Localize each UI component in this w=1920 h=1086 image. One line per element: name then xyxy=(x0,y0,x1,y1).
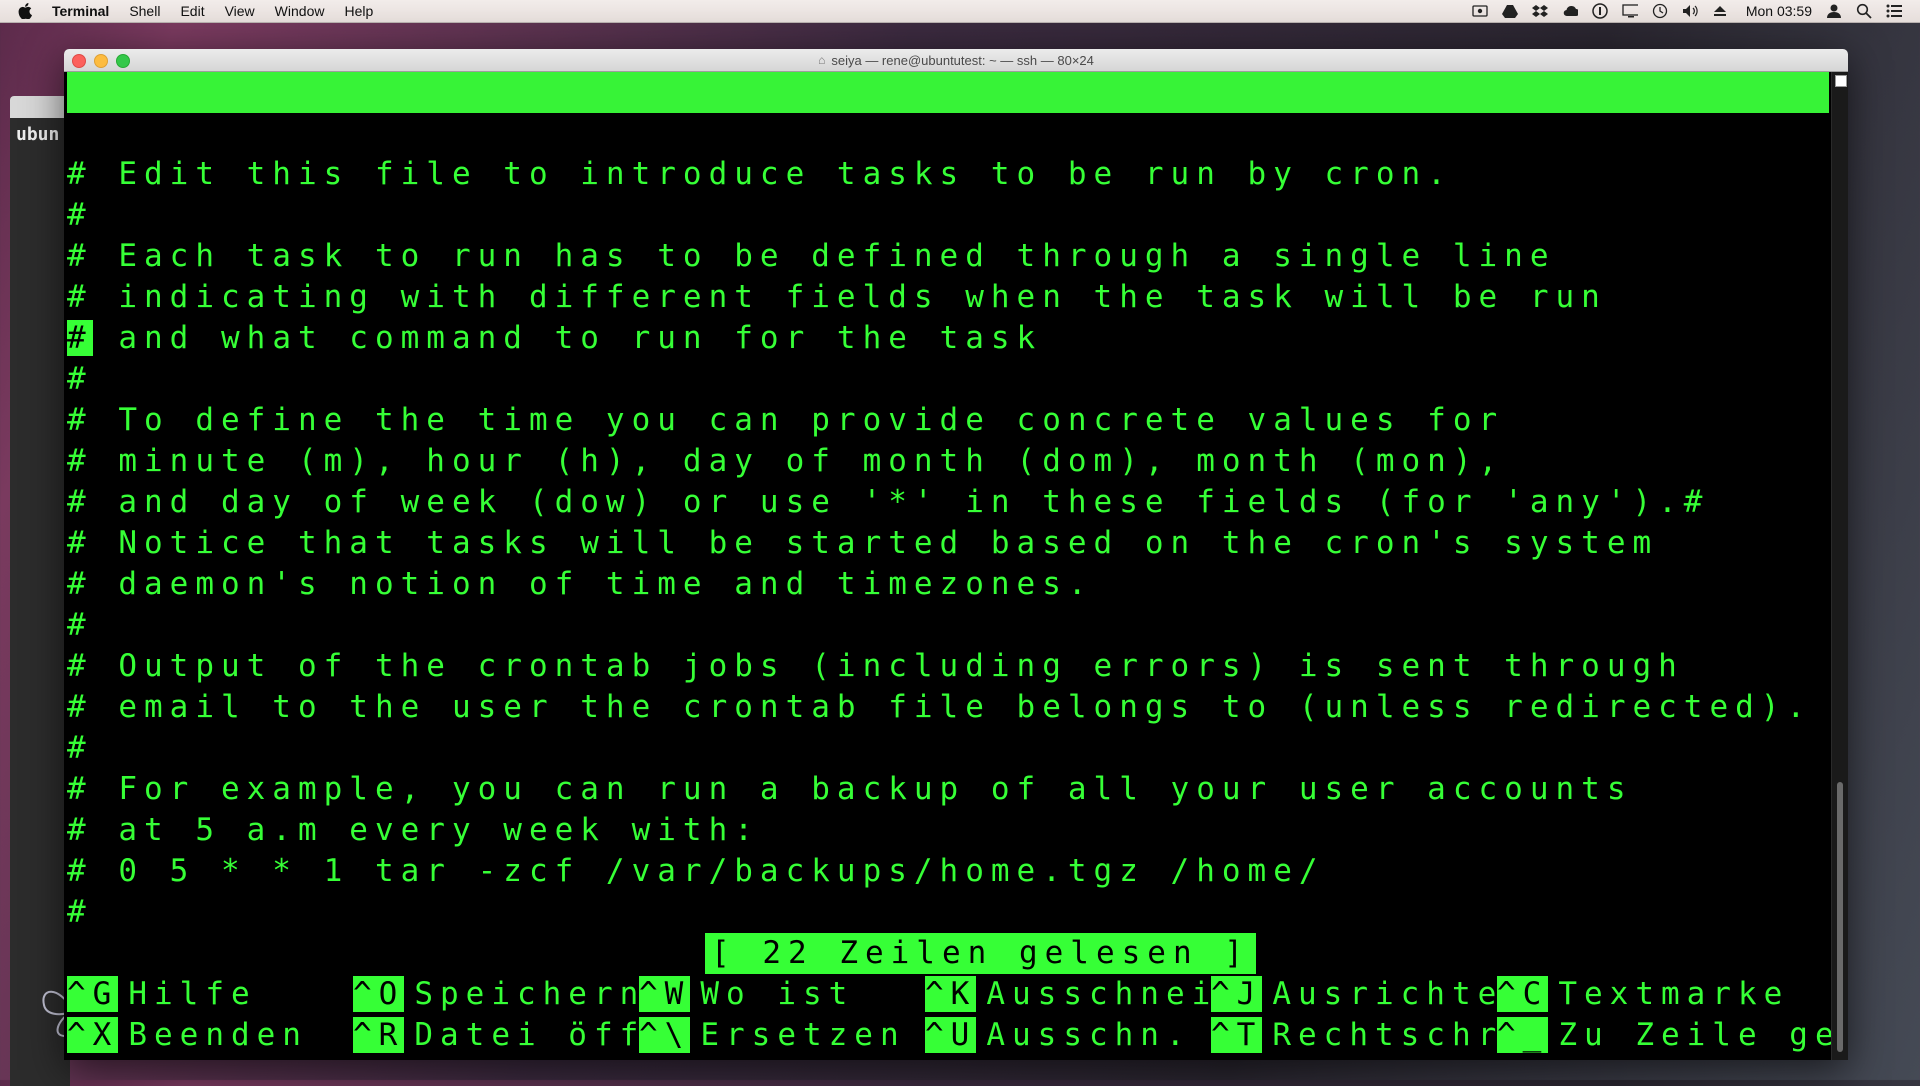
shortcut-cur-pos[interactable]: ^C Textmarke xyxy=(1497,974,1789,1015)
shortcut-label: Hilfe xyxy=(128,976,257,1012)
editor-line-20[interactable]: # xyxy=(67,892,93,933)
shortcut-help[interactable]: ^G Hilfe xyxy=(67,974,257,1015)
time-machine-icon[interactable] xyxy=(1652,3,1668,19)
editor-line-9[interactable]: # minute (m), hour (h), day of month (do… xyxy=(67,441,1504,482)
shortcut-label: Ausschneid xyxy=(986,976,1243,1012)
shortcut-key: ^R xyxy=(353,1017,405,1053)
editor-line-4[interactable]: # Each task to run has to be defined thr… xyxy=(67,236,1556,277)
editor-line-18[interactable]: # at 5 a.m every week with: xyxy=(67,810,760,851)
screen-record-icon[interactable] xyxy=(1472,3,1488,19)
onepassword-icon[interactable] xyxy=(1592,3,1608,19)
status-message: [ 22 Zeilen gelesen ] xyxy=(705,933,1256,974)
background-window-text: ubun xyxy=(16,124,60,145)
shortcut-key: ^_ xyxy=(1497,1017,1549,1053)
shortcut-label: Zu Zeile geh xyxy=(1558,1017,1848,1053)
shortcut-save[interactable]: ^O Speichern xyxy=(353,974,645,1015)
editor-line-8[interactable]: # To define the time you can provide con… xyxy=(67,400,1504,441)
terminal-screen[interactable]: GNU nano 2.5.2 Datei: /tmp/crontab.ilwPq… xyxy=(67,72,1848,1060)
user-icon[interactable] xyxy=(1826,3,1842,19)
window-titlebar[interactable]: ⌂ seiya — rene@ubuntutest: ~ — ssh — 80×… xyxy=(64,49,1848,72)
nano-header-bar: GNU nano 2.5.2 Datei: /tmp/crontab.ilwPq… xyxy=(67,72,1829,192)
shortcut-cut[interactable]: ^K Ausschneid xyxy=(925,974,1243,1015)
menu-app-terminal[interactable]: Terminal xyxy=(52,3,109,19)
shortcut-label: Rechtschr. xyxy=(1272,1017,1529,1053)
shortcut-exit[interactable]: ^X Beenden xyxy=(67,1015,308,1056)
menu-bar: Terminal Shell Edit View Window Help Mon… xyxy=(0,0,1920,23)
editor-line-16[interactable]: # xyxy=(67,728,93,769)
menu-edit[interactable]: Edit xyxy=(180,3,204,19)
menu-window[interactable]: Window xyxy=(275,3,325,19)
shortcut-key: ^\ xyxy=(639,1017,691,1053)
shortcut-key: ^J xyxy=(1211,976,1263,1012)
text-cursor: # xyxy=(67,320,93,356)
editor-line-3[interactable]: # xyxy=(67,195,93,236)
notification-center-icon[interactable] xyxy=(1886,3,1902,19)
window-title: seiya — rene@ubuntutest: ~ — ssh — 80×24 xyxy=(831,52,1094,68)
minimize-window-button[interactable] xyxy=(94,54,108,68)
editor-line-5[interactable]: # indicating with different fields when … xyxy=(67,277,1607,318)
editor-line-2[interactable]: # Edit this file to introduce tasks to b… xyxy=(67,154,1453,195)
spotlight-icon[interactable] xyxy=(1856,3,1872,19)
terminal-window[interactable]: ⌂ seiya — rene@ubuntutest: ~ — ssh — 80×… xyxy=(64,49,1848,1060)
shortcut-key: ^C xyxy=(1497,976,1549,1012)
editor-line-6-text: and what command to run for the task xyxy=(92,320,1043,356)
editor-line-13[interactable]: # xyxy=(67,605,93,646)
home-folder-icon: ⌂ xyxy=(818,53,826,67)
window-controls xyxy=(72,54,130,68)
menu-help[interactable]: Help xyxy=(344,3,373,19)
shortcut-key: ^W xyxy=(639,976,691,1012)
editor-line-15[interactable]: # email to the user the crontab file bel… xyxy=(67,687,1812,728)
shortcut-label: Datei öffn xyxy=(414,1017,671,1053)
shortcut-where-is[interactable]: ^W Wo ist xyxy=(639,974,854,1015)
shortcut-spell[interactable]: ^T Rechtschr. xyxy=(1211,1015,1529,1056)
zoom-window-button[interactable] xyxy=(116,54,130,68)
scroll-up-arrow-icon[interactable] xyxy=(1835,75,1847,87)
drive-icon[interactable] xyxy=(1501,3,1518,19)
menu-clock[interactable]: Mon 03:59 xyxy=(1746,3,1812,19)
volume-icon[interactable] xyxy=(1682,3,1698,19)
editor-line-10[interactable]: # and day of week (dow) or use '*' in th… xyxy=(67,482,1709,523)
editor-line-12[interactable]: # daemon's notion of time and timezones. xyxy=(67,564,1094,605)
shortcut-go-to-line[interactable]: ^_ Zu Zeile geh xyxy=(1497,1015,1848,1056)
shortcut-label: Speichern xyxy=(414,976,646,1012)
menu-view[interactable]: View xyxy=(225,3,255,19)
nano-version: GNU nano 2.5.2 xyxy=(111,115,471,151)
shortcut-key: ^G xyxy=(67,976,119,1012)
menu-shell[interactable]: Shell xyxy=(129,3,160,19)
shortcut-replace[interactable]: ^\ Ersetzen xyxy=(639,1015,906,1056)
shortcut-justify[interactable]: ^J Ausrichten xyxy=(1211,974,1529,1015)
background-window-titlebar[interactable] xyxy=(10,96,70,118)
shortcut-label: Ausschn. r xyxy=(986,1017,1243,1053)
editor-line-11[interactable]: # Notice that tasks will be started base… xyxy=(67,523,1658,564)
close-window-button[interactable] xyxy=(72,54,86,68)
background-terminal-window[interactable]: ubun xyxy=(10,96,70,1086)
editor-line-7[interactable]: # xyxy=(67,359,93,400)
shortcut-label: Beenden xyxy=(128,1017,308,1053)
shortcut-key: ^O xyxy=(353,976,405,1012)
scrollbar-thumb[interactable] xyxy=(1837,782,1843,1052)
editor-line-19[interactable]: # 0 5 * * 1 tar -zcf /var/backups/home.t… xyxy=(67,851,1325,892)
shortcut-uncut[interactable]: ^U Ausschn. r xyxy=(925,1015,1243,1056)
eject-icon[interactable] xyxy=(1712,3,1728,19)
shortcut-read-file[interactable]: ^R Datei öffn xyxy=(353,1015,671,1056)
shortcut-key: ^T xyxy=(1211,1017,1263,1053)
shortcut-key: ^U xyxy=(925,1017,977,1053)
display-icon[interactable] xyxy=(1622,3,1638,19)
dropbox-icon[interactable] xyxy=(1531,3,1548,19)
editor-line-14[interactable]: # Output of the crontab jobs (including … xyxy=(67,646,1684,687)
shortcut-key: ^X xyxy=(67,1017,119,1053)
shortcut-label: Textmarke xyxy=(1558,976,1790,1012)
status-menus: Mon 03:59 xyxy=(1472,3,1920,19)
shortcut-key: ^K xyxy=(925,976,977,1012)
shortcut-label: Ersetzen xyxy=(700,1017,906,1053)
cloud-icon[interactable] xyxy=(1562,3,1578,19)
apple-menu-icon[interactable] xyxy=(18,2,36,20)
shortcut-label: Wo ist xyxy=(700,976,855,1012)
editor-line-17[interactable]: # For example, you can run a backup of a… xyxy=(67,769,1632,810)
terminal-scrollbar[interactable] xyxy=(1831,72,1848,1060)
shortcut-label: Ausrichten xyxy=(1272,976,1529,1012)
editor-line-6[interactable]: # and what command to run for the task xyxy=(67,318,1042,359)
